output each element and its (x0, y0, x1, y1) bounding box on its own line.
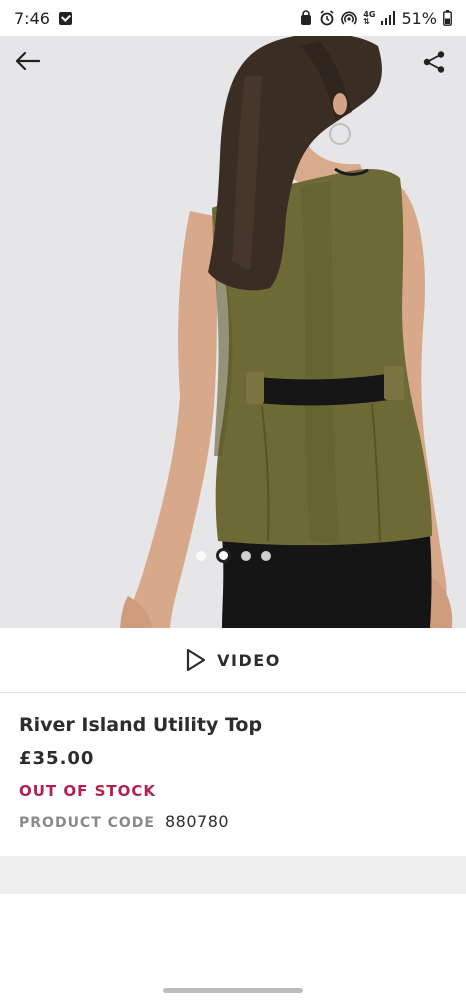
carousel-dot[interactable] (195, 550, 206, 561)
share-button[interactable] (422, 50, 454, 82)
product-code-value: 880780 (165, 812, 230, 831)
arrow-left-icon (15, 51, 40, 71)
product-photo (0, 36, 466, 628)
alarm-icon (319, 10, 335, 26)
carousel-pagination (0, 548, 466, 563)
home-indicator[interactable] (163, 988, 303, 993)
video-label: VIDEO (217, 650, 281, 670)
stock-status: OUT OF STOCK (19, 782, 157, 800)
status-bar: 7:46 4G ⇅ 51% (0, 0, 466, 36)
carousel-dot[interactable] (240, 550, 251, 561)
product-code-row: PRODUCT CODE 880780 (19, 811, 447, 833)
hotspot-icon (341, 10, 358, 26)
status-left: 7:46 (14, 9, 72, 28)
section-divider (0, 856, 466, 894)
product-price: £35.00 (19, 748, 95, 769)
video-button[interactable]: VIDEO (0, 628, 466, 693)
battery-percent: 51% (401, 8, 437, 28)
product-info: River Island Utility Top £35.00 OUT OF S… (0, 693, 466, 856)
signal-icon (381, 11, 396, 25)
product-name: River Island Utility Top (19, 714, 263, 736)
carousel-dot[interactable] (260, 550, 271, 561)
data-arrows-icon: ⇅ (363, 17, 370, 26)
status-right: 4G ⇅ 51% (299, 9, 452, 28)
product-image-carousel[interactable] (0, 36, 466, 628)
status-time: 7:46 (14, 8, 50, 28)
product-detail-screen: 7:46 4G ⇅ 51% VIDEO River Island Utility… (0, 0, 466, 1000)
play-icon (187, 648, 206, 672)
checkbox-notification-icon (58, 11, 72, 25)
back-button[interactable] (14, 51, 50, 81)
alarm-lock-icon (299, 10, 313, 26)
share-icon (423, 51, 445, 73)
battery-icon (443, 10, 452, 26)
network-type-icon: 4G ⇅ (363, 11, 375, 26)
carousel-dot-active[interactable] (215, 548, 231, 563)
product-code-label: PRODUCT CODE (19, 815, 155, 831)
